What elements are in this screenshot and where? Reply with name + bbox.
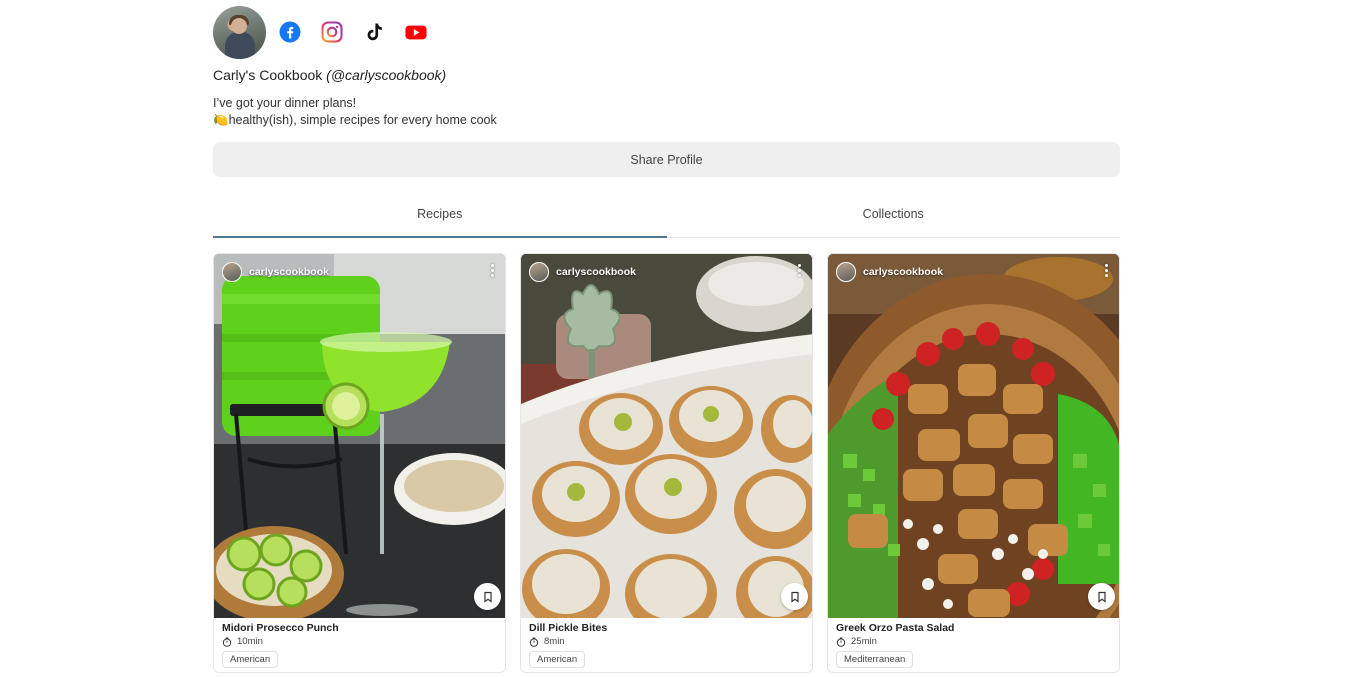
recipe-time-value: 8min (544, 636, 565, 647)
recipe-photo[interactable] (828, 254, 1119, 618)
card-avatar[interactable] (836, 262, 856, 282)
bookmark-icon[interactable] (474, 583, 501, 610)
cuisine-tag[interactable]: American (529, 651, 586, 668)
bio-line-2-text: healthy(ish), simple recipes for every h… (228, 113, 497, 127)
instagram-icon[interactable] (321, 21, 343, 43)
timer-icon (836, 637, 846, 647)
recipe-time-value: 25min (851, 636, 877, 647)
cuisine-tag[interactable]: American (222, 651, 279, 668)
card-header: carlyscookbook (529, 262, 636, 282)
recipe-card[interactable]: carlyscookbook Greek Orzo Pasta Salad 25… (827, 253, 1120, 673)
recipe-time-value: 10min (237, 636, 263, 647)
tiktok-icon[interactable] (363, 21, 385, 43)
recipe-photo[interactable] (521, 254, 812, 618)
timer-icon (529, 637, 539, 647)
share-profile-button[interactable]: Share Profile (213, 142, 1120, 177)
profile-name: Carly's Cookbook (@carlyscookbook) (213, 67, 446, 83)
recipe-grid: carlyscookbook Midori Prosecco Punch 10m… (213, 253, 1120, 677)
recipe-time: 25min (836, 636, 877, 647)
recipe-title[interactable]: Greek Orzo Pasta Salad (836, 622, 954, 634)
tab-bar: Recipes Collections (213, 193, 1120, 238)
card-username[interactable]: carlyscookbook (249, 266, 329, 278)
avatar[interactable] (213, 5, 266, 59)
card-header: carlyscookbook (836, 262, 943, 282)
profile-handle: (@carlyscookbook) (326, 67, 447, 83)
recipe-title[interactable]: Dill Pickle Bites (529, 622, 607, 634)
bookmark-icon[interactable] (1088, 583, 1115, 610)
profile-bio: I’ve got your dinner plans! 🍋healthy(ish… (213, 95, 497, 129)
facebook-icon[interactable] (279, 21, 301, 43)
profile-icon-row (213, 5, 427, 59)
card-avatar[interactable] (529, 262, 549, 282)
recipe-card[interactable]: carlyscookbook Dill Pickle Bites 8min Am… (520, 253, 813, 673)
tab-recipes[interactable]: Recipes (213, 193, 667, 238)
recipe-card[interactable]: carlyscookbook Midori Prosecco Punch 10m… (213, 253, 506, 673)
recipe-time: 10min (222, 636, 263, 647)
cuisine-tag[interactable]: Mediterranean (836, 651, 914, 668)
more-options-icon[interactable] (489, 264, 495, 280)
youtube-icon[interactable] (405, 21, 427, 43)
card-username[interactable]: carlyscookbook (556, 266, 636, 278)
card-avatar[interactable] (222, 262, 242, 282)
recipe-time: 8min (529, 636, 565, 647)
card-username[interactable]: carlyscookbook (863, 266, 943, 278)
bio-line-2: 🍋healthy(ish), simple recipes for every … (213, 112, 497, 129)
recipe-title[interactable]: Midori Prosecco Punch (222, 622, 339, 634)
more-options-icon[interactable] (1103, 264, 1109, 280)
more-options-icon[interactable] (796, 264, 802, 280)
card-header: carlyscookbook (222, 262, 329, 282)
lemon-icon: 🍋 (213, 113, 229, 127)
bookmark-icon[interactable] (781, 583, 808, 610)
timer-icon (222, 637, 232, 647)
bio-line-1: I’ve got your dinner plans! (213, 96, 357, 110)
recipe-photo[interactable] (214, 254, 505, 618)
tab-collections[interactable]: Collections (667, 193, 1121, 237)
profile-display-name: Carly's Cookbook (213, 67, 323, 83)
